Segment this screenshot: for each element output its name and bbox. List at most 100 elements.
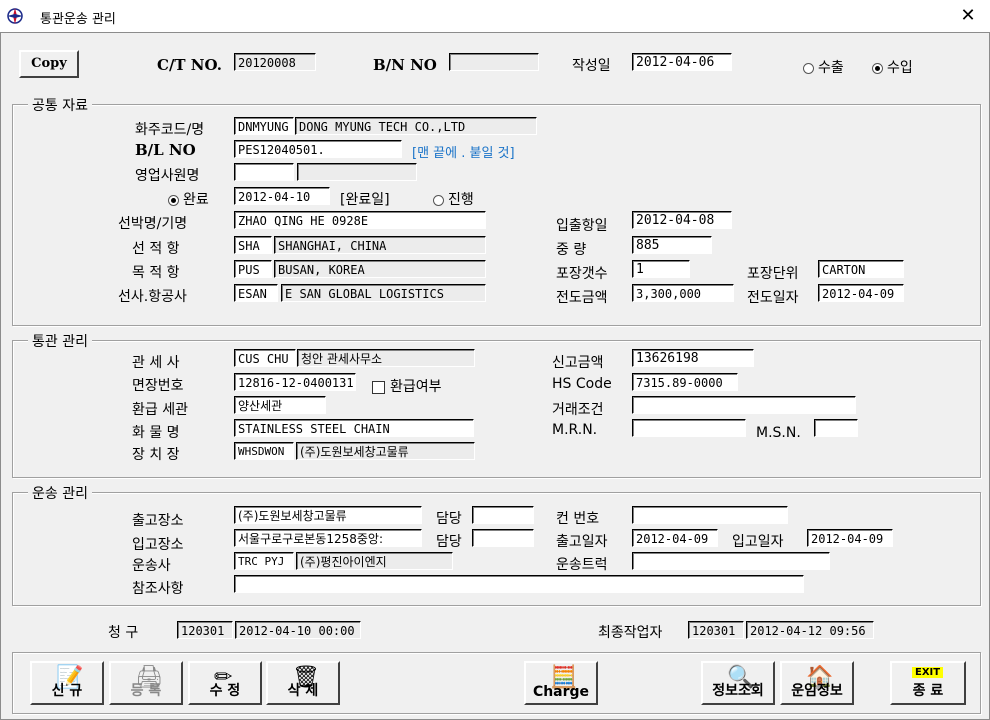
out-contact-field[interactable]: [472, 506, 534, 524]
broker-code-field[interactable]: CUS CHU: [234, 349, 296, 367]
vessel-label: 선박명/기명: [118, 216, 188, 232]
bl-no-label: B/L NO: [135, 141, 196, 159]
in-place-field[interactable]: 서울구로구로본동1258중앙:: [234, 529, 422, 547]
shipper-name-field[interactable]: DONG MYUNG TECH CO.,LTD: [295, 117, 537, 135]
bl-no-field[interactable]: PES12040501.: [234, 140, 402, 158]
in-date-label: 입고일자: [732, 534, 784, 550]
refund-office-label: 환급 세관: [132, 402, 188, 418]
radio-export-circle: [803, 62, 814, 74]
truck-label: 운송트럭: [556, 557, 608, 573]
vessel-field[interactable]: ZHAO QING HE 0928E: [234, 211, 486, 229]
carrier-code-field[interactable]: ESAN: [234, 284, 278, 302]
last-time-field[interactable]: 2012-04-12 09:56: [746, 621, 874, 639]
port-load-name-field[interactable]: SHANGHAI, CHINA: [274, 236, 486, 254]
weight-field[interactable]: 885: [632, 236, 712, 254]
new-button-label: 신 규: [51, 683, 83, 699]
hs-code-field[interactable]: 7315.89-0000: [632, 373, 738, 391]
radio-progress-circle: [433, 194, 444, 206]
notes-field[interactable]: [234, 575, 804, 593]
out-place-field[interactable]: (주)도원보세창고물류: [234, 506, 422, 524]
done-date-field[interactable]: 2012-04-10: [234, 187, 330, 205]
pack-unit-field[interactable]: CARTON: [818, 260, 904, 278]
out-date-field[interactable]: 2012-04-09: [632, 529, 718, 547]
compass-icon: [7, 8, 23, 24]
refund-flag-box: [372, 380, 385, 394]
company-code-field[interactable]: TRC PYJ: [234, 552, 294, 570]
claim-time-field[interactable]: 2012-04-10 00:00: [235, 621, 361, 639]
mrn-field[interactable]: [632, 419, 746, 437]
copy-button[interactable]: Copy: [19, 50, 79, 78]
goods-field[interactable]: STAINLESS STEEL CHAIN: [234, 419, 474, 437]
hs-code-label: HS Code: [552, 376, 612, 392]
truck-field[interactable]: [632, 552, 830, 570]
bl-hint: [맨 끝에 . 붙일 것]: [412, 146, 515, 161]
title-bar: 통관운송 관리 ✕: [0, 0, 990, 32]
amount-label: 전도금액: [556, 290, 608, 306]
edit-button[interactable]: ✏ 수 정: [188, 661, 262, 705]
charge-button-label: Charge: [532, 684, 590, 700]
sales-code-field[interactable]: [234, 163, 294, 181]
window-title: 통관운송 관리: [40, 12, 116, 27]
sales-label: 영업사원명: [135, 168, 200, 184]
amount-date-field[interactable]: 2012-04-09: [818, 284, 904, 302]
port-load-code-field[interactable]: SHA: [234, 236, 272, 254]
radio-done-label: 완료: [183, 192, 209, 208]
declared-field[interactable]: 13626198: [632, 349, 754, 367]
created-date-field[interactable]: 2012-04-06: [632, 53, 732, 71]
new-button[interactable]: 📝 신 규: [30, 661, 104, 705]
charge-button[interactable]: 🧮 Charge: [524, 661, 598, 705]
port-dest-code-field[interactable]: PUS: [234, 260, 272, 278]
carrier-name-field[interactable]: E SAN GLOBAL LOGISTICS: [281, 284, 486, 302]
sales-name-field[interactable]: [297, 163, 417, 181]
broker-label: 관 세 사: [132, 355, 180, 371]
exit-button-label: 종 료: [912, 683, 944, 699]
ct-no-label: C/T NO.: [157, 56, 222, 74]
last-user-field[interactable]: 120301: [688, 621, 744, 639]
company-label: 운송사: [132, 558, 171, 574]
info-query-button-label: 정보조회: [712, 683, 764, 699]
amount-field[interactable]: 3,300,000: [632, 284, 734, 302]
info-query-button[interactable]: 🔍 정보조회: [701, 661, 775, 705]
refund-flag-label: 환급여부: [390, 379, 442, 395]
created-date-label: 작성일: [572, 58, 611, 74]
broker-name-field[interactable]: 청안 관세사무소: [297, 349, 475, 367]
storage-code-field[interactable]: WHSDWON: [234, 442, 294, 460]
register-button[interactable]: 🖨 등 록: [109, 661, 183, 705]
terms-field[interactable]: [632, 396, 856, 414]
radio-done[interactable]: 완료: [168, 189, 209, 209]
edit-button-label: 수 정: [209, 683, 241, 699]
claim-label: 청 구: [108, 625, 139, 641]
shipper-code-field[interactable]: DNMYUNG: [234, 117, 294, 135]
radio-import[interactable]: 수입: [872, 57, 913, 77]
freight-info-button[interactable]: 🏠 운임정보: [780, 661, 854, 705]
msn-field[interactable]: [814, 419, 858, 437]
in-contact-field[interactable]: [472, 529, 534, 547]
refund-flag-checkbox[interactable]: 환급여부: [372, 376, 442, 396]
out-place-label: 출고장소: [132, 513, 184, 529]
radio-import-circle: [872, 62, 883, 74]
ct-no-field[interactable]: 20120008: [234, 53, 316, 71]
company-name-field[interactable]: (주)평진아이엔지: [296, 552, 453, 570]
claim-user-field[interactable]: 120301: [177, 621, 233, 639]
port-dest-name-field[interactable]: BUSAN, KOREA: [274, 260, 486, 278]
radio-export-label: 수출: [818, 60, 844, 76]
close-button[interactable]: ✕: [954, 4, 982, 28]
in-date-field[interactable]: 2012-04-09: [807, 529, 893, 547]
weight-label: 중 량: [556, 242, 587, 258]
packages-label: 포장갯수: [556, 266, 608, 282]
delete-button[interactable]: 🗑 삭 제: [266, 661, 340, 705]
carrier-label: 선사.항공사: [118, 289, 187, 305]
radio-progress[interactable]: 진행: [433, 189, 474, 209]
container-field[interactable]: [632, 506, 788, 524]
license-field[interactable]: 12816-12-0400131: [234, 373, 356, 391]
bn-no-field[interactable]: [449, 53, 539, 71]
exit-button[interactable]: EXIT 종 료: [890, 661, 966, 705]
amount-date-label: 전도일자: [747, 290, 799, 306]
packages-field[interactable]: 1: [632, 260, 690, 278]
storage-name-field[interactable]: (주)도원보세창고물류: [296, 442, 475, 460]
arrival-field[interactable]: 2012-04-08: [632, 211, 732, 229]
refund-office-field[interactable]: 양산세관: [234, 396, 326, 414]
radio-export[interactable]: 수출: [803, 57, 844, 77]
last-worker-label: 최종작업자: [598, 625, 663, 641]
exit-badge: EXIT: [912, 667, 944, 678]
